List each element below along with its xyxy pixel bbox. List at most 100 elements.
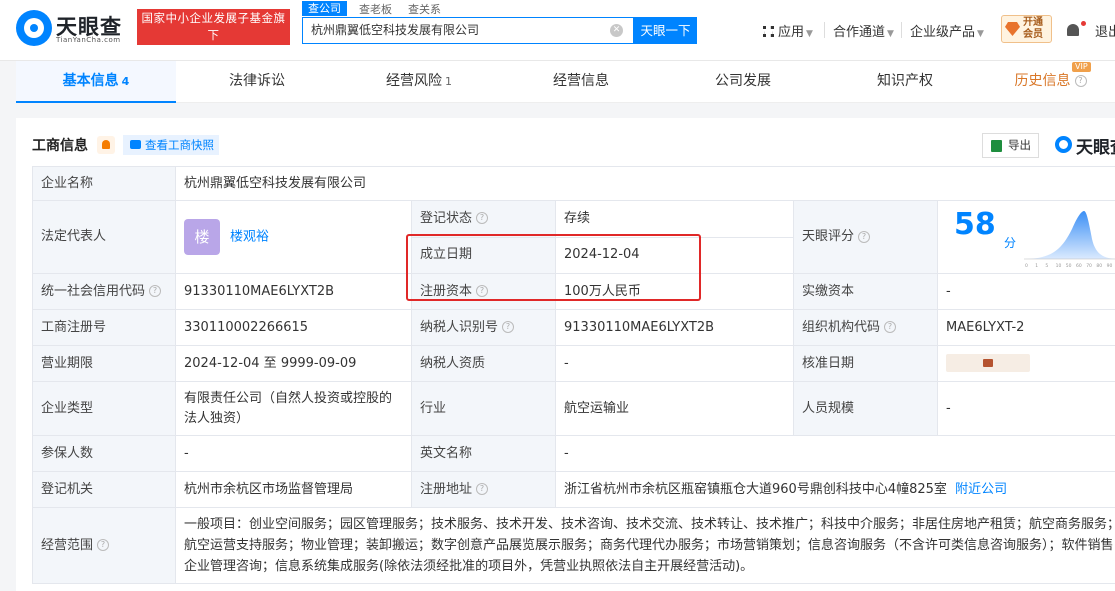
staff-label: 人员规模 xyxy=(793,381,938,436)
score-label: 天眼评分? xyxy=(793,200,938,274)
tab-count: 4 xyxy=(121,75,130,88)
chevron-down-icon: ▼ xyxy=(977,29,984,39)
locked-field[interactable] xyxy=(946,354,1030,372)
reg-no-label: 工商注册号 xyxy=(32,309,176,346)
reg-status-label: 登记状态? xyxy=(411,200,556,238)
insured-label: 参保人数 xyxy=(32,435,176,472)
logo-eye-icon xyxy=(16,10,52,46)
credit-code-label: 统一社会信用代码? xyxy=(32,273,176,310)
help-icon[interactable]: ? xyxy=(476,285,489,297)
score-axis-tick: 1 xyxy=(1035,263,1038,269)
table-row: 法定代表人 楼楼观裕 登记状态? 存续 天眼评分? 58 分 0 1 5 10 50 60… xyxy=(32,200,1115,274)
industry-value: 航空运输业 xyxy=(555,381,794,436)
score-axis-tick: 0 xyxy=(1025,263,1028,269)
help-icon[interactable]: ? xyxy=(476,483,489,495)
industry-label: 行业 xyxy=(411,381,556,436)
reg-status-value: 存续 xyxy=(555,200,794,238)
table-row: 经营范围? 一般项目：创业空间服务；园区管理服务；技术服务、技术开发、技术咨询、… xyxy=(32,507,1115,584)
nav-enterprise[interactable]: 企业级产品 ▼ xyxy=(910,21,984,40)
address-label: 注册地址? xyxy=(411,471,556,508)
table-row: 营业期限 2024-12-04 至 9999-09-09 纳税人资质 - 核准日… xyxy=(32,345,1115,382)
help-icon[interactable]: ? xyxy=(97,539,110,551)
score-axis-tick: 90 xyxy=(1107,263,1113,269)
est-date-label: 成立日期 xyxy=(411,236,556,274)
help-icon[interactable]: ? xyxy=(149,285,162,297)
tab-operation[interactable]: 经营信息 xyxy=(500,61,662,103)
monitor-bell-icon[interactable] xyxy=(97,136,115,154)
excel-icon xyxy=(991,140,1002,152)
org-code-label: 组织机构代码? xyxy=(793,309,938,346)
approve-date-label: 核准日期 xyxy=(793,345,938,382)
tab-risk[interactable]: 经营风险 1 xyxy=(338,61,500,103)
chevron-down-icon: ▼ xyxy=(806,29,813,39)
address-cell: 浙江省杭州市余杭区瓶窑镇瓶仓大道960号鼎创科技中心4幢825室 附近公司 xyxy=(554,471,1115,508)
tab-label: 法律诉讼 xyxy=(229,73,285,89)
tab-label: 历史信息 xyxy=(1014,73,1071,89)
tab-basic-info[interactable]: 基本信息 4 xyxy=(16,61,176,103)
scope-label: 经营范围? xyxy=(32,507,176,584)
scope-value: 一般项目：创业空间服务；园区管理服务；技术服务、技术开发、技术咨询、技术交流、技… xyxy=(174,507,1115,584)
help-icon[interactable]: ? xyxy=(858,230,871,243)
clear-icon[interactable]: ✕ xyxy=(610,24,623,37)
table-row: 企业类型 有限责任公司（自然人投资或控股的法人独资） 行业 航空运输业 人员规模… xyxy=(32,381,1115,436)
bell-icon[interactable] xyxy=(1067,24,1079,36)
legal-rep-label: 法定代表人 xyxy=(32,200,176,274)
section-tabs: 基本信息 4 法律诉讼 经营风险 1 经营信息 公司发展 知识产权 历史信息? xyxy=(16,61,1115,103)
tab-legal[interactable]: 法律诉讼 xyxy=(176,61,338,103)
search-input[interactable]: 杭州鼎翼低空科技发展有限公司 xyxy=(302,17,634,44)
taxpayer-qual-label: 纳税人资质 xyxy=(411,345,556,382)
site-logo[interactable]: 天眼查 TianYanCha.com xyxy=(16,10,134,46)
tab-search-relation[interactable]: 查关系 xyxy=(408,1,441,17)
tab-ip[interactable]: 知识产权 xyxy=(824,61,986,103)
legal-rep-link[interactable]: 楼观裕 xyxy=(230,230,269,245)
score-distribution-chart: 015105060708090100 xyxy=(1024,211,1115,269)
table-row: 参保人数 - 英文名称 - xyxy=(32,435,1115,472)
brand-watermark: 天眼查 xyxy=(1055,133,1115,158)
banner-line-2: 官方备案企业征信机构 xyxy=(153,45,274,59)
logout-link[interactable]: 退出 xyxy=(1095,21,1115,40)
tab-history[interactable]: 历史信息? xyxy=(986,61,1115,103)
snapshot-label: 查看工商快照 xyxy=(145,138,214,152)
tab-search-company[interactable]: 查公司 xyxy=(302,1,347,16)
search-button[interactable]: 天眼一下 xyxy=(634,17,697,44)
chevron-down-icon: ▼ xyxy=(887,29,894,39)
help-icon[interactable]: ? xyxy=(476,212,489,225)
nav-apps-label: 应用 xyxy=(778,25,805,40)
logo-eye-icon xyxy=(1055,136,1072,153)
score-axis-tick: 5 xyxy=(1045,263,1048,269)
tab-search-boss[interactable]: 查老板 xyxy=(359,1,392,17)
brand-text: 天眼查 xyxy=(1076,138,1115,158)
tab-label: 公司发展 xyxy=(715,73,771,89)
logo-subtext: TianYanCha.com xyxy=(56,36,121,44)
type-label: 企业类型 xyxy=(32,381,176,436)
help-icon[interactable]: ? xyxy=(502,321,515,333)
table-row: 登记机关 杭州市余杭区市场监督管理局 注册地址? 浙江省杭州市余杭区瓶窑镇瓶仓大… xyxy=(32,471,1115,508)
paid-capital-label: 实缴资本 xyxy=(793,273,938,310)
english-name-label: 英文名称 xyxy=(411,435,556,472)
nearby-companies-link[interactable]: 附近公司 xyxy=(955,482,1007,497)
paid-capital-value: - xyxy=(936,273,1115,310)
org-code-value: MAE6LYXT-2 xyxy=(936,309,1115,346)
official-banner[interactable]: 国家中小企业发展子基金旗下 官方备案企业征信机构 xyxy=(137,9,290,59)
reg-no-value: 330110002266615 xyxy=(175,309,412,346)
score-unit: 分 xyxy=(1004,236,1017,250)
export-button[interactable]: 导出 xyxy=(982,133,1039,158)
nav-partner[interactable]: 合作通道 ▼ xyxy=(833,21,894,40)
nav-apps[interactable]: 应用 ▼ xyxy=(763,21,813,40)
vip-button[interactable]: 开通 会员 xyxy=(1001,15,1052,43)
staff-value: - xyxy=(936,381,1115,436)
approve-date-value[interactable] xyxy=(936,345,1115,382)
score-cell[interactable]: 58 分 015105060708090100 xyxy=(936,200,1115,274)
tab-development[interactable]: 公司发展 xyxy=(662,61,824,103)
help-icon[interactable]: ? xyxy=(884,321,897,333)
tab-label: 经营风险 xyxy=(386,73,442,89)
score-axis-tick: 50 xyxy=(1066,263,1072,269)
credit-code-value: 91330110MAE6LYXT2B xyxy=(175,273,412,310)
export-label: 导出 xyxy=(1008,138,1031,152)
lock-icon xyxy=(983,359,993,367)
nav-divider xyxy=(901,22,902,38)
banner-line-1: 国家中小企业发展子基金旗下 xyxy=(141,11,286,42)
business-info-table: 企业名称 杭州鼎翼低空科技发展有限公司 法定代表人 楼楼观裕 登记状态? 存续 … xyxy=(32,166,1115,584)
insured-value: - xyxy=(175,435,412,472)
snapshot-button[interactable]: 查看工商快照 xyxy=(123,135,219,155)
